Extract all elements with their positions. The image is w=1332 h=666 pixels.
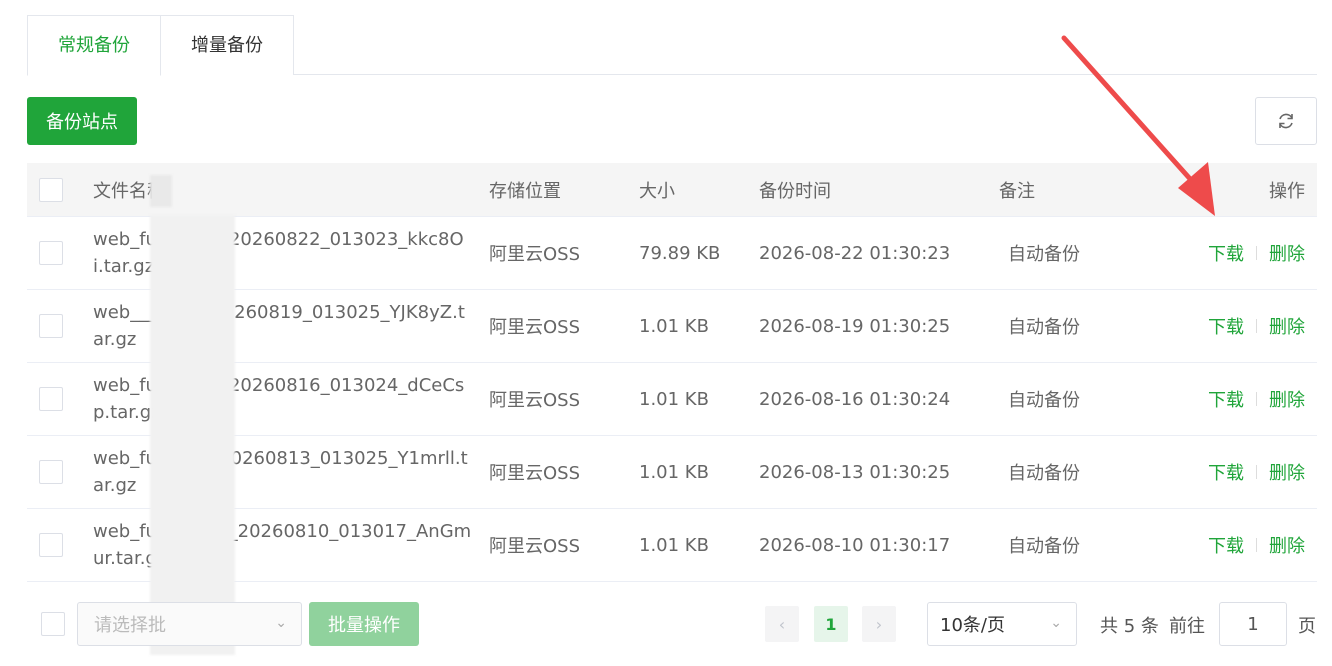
total-count: 共 5 条 bbox=[1100, 616, 1159, 637]
download-link[interactable]: 下载 bbox=[1208, 386, 1244, 412]
table-footer: 请选择批 ⌄ 批量操作 ‹ 1 › 10条/页 ⌄ 共 5 条 前往 页 bbox=[27, 600, 1317, 648]
storage-location: 阿里云OSS bbox=[489, 244, 581, 265]
divider bbox=[1256, 319, 1257, 333]
refresh-button[interactable] bbox=[1255, 97, 1317, 145]
page-size-select[interactable]: 10条/页 ⌄ bbox=[927, 602, 1077, 646]
batch-select-placeholder: 请选择批 bbox=[94, 615, 166, 636]
delete-link[interactable]: 删除 bbox=[1269, 240, 1305, 266]
row-checkbox[interactable] bbox=[39, 460, 63, 484]
divider bbox=[1256, 538, 1257, 552]
backup-time: 2026-08-22 01:30:23 bbox=[759, 242, 951, 264]
row-checkbox[interactable] bbox=[39, 533, 63, 557]
batch-action-select[interactable]: 请选择批 ⌄ bbox=[77, 602, 302, 646]
goto-label: 前往 bbox=[1169, 616, 1205, 637]
delete-link[interactable]: 删除 bbox=[1269, 386, 1305, 412]
divider bbox=[1256, 392, 1257, 406]
file-size: 1.01 KB bbox=[639, 315, 709, 337]
storage-location: 阿里云OSS bbox=[489, 536, 581, 557]
page-number-button[interactable]: 1 bbox=[814, 606, 848, 642]
delete-link[interactable]: 删除 bbox=[1269, 459, 1305, 485]
next-page-button[interactable]: › bbox=[862, 606, 896, 642]
download-link[interactable]: 下载 bbox=[1208, 532, 1244, 558]
goto-page-input[interactable] bbox=[1219, 602, 1287, 646]
backup-time: 2026-08-19 01:30:25 bbox=[759, 315, 951, 337]
refresh-icon bbox=[1279, 113, 1293, 129]
header-ops: 操作 bbox=[1269, 180, 1305, 202]
file-size: 1.01 KB bbox=[639, 534, 709, 556]
backup-note: 自动备份 bbox=[1008, 317, 1080, 338]
tab-regular-backup[interactable]: 常规备份 bbox=[27, 15, 161, 76]
batch-operation-button[interactable]: 批量操作 bbox=[309, 602, 419, 646]
page-size-value: 10条/页 bbox=[940, 615, 1005, 636]
file-size: 79.89 KB bbox=[639, 242, 721, 264]
delete-link[interactable]: 删除 bbox=[1269, 313, 1305, 339]
page-unit-label: 页 bbox=[1298, 616, 1316, 637]
chevron-down-icon: ⌄ bbox=[275, 615, 287, 631]
storage-location: 阿里云OSS bbox=[489, 390, 581, 411]
select-all-checkbox[interactable] bbox=[39, 177, 63, 202]
backup-site-button[interactable]: 备份站点 bbox=[27, 97, 137, 145]
header-location: 存储位置 bbox=[489, 180, 561, 202]
backup-time: 2026-08-13 01:30:25 bbox=[759, 461, 951, 483]
footer-select-all-checkbox[interactable] bbox=[41, 612, 65, 636]
divider bbox=[1256, 465, 1257, 479]
file-size: 1.01 KB bbox=[639, 388, 709, 410]
download-link[interactable]: 下载 bbox=[1208, 459, 1244, 485]
storage-location: 阿里云OSS bbox=[489, 463, 581, 484]
backup-note: 自动备份 bbox=[1008, 463, 1080, 484]
header-note: 备注 bbox=[999, 180, 1035, 202]
file-size: 1.01 KB bbox=[639, 461, 709, 483]
header-size: 大小 bbox=[639, 180, 675, 202]
prev-page-button[interactable]: ‹ bbox=[765, 606, 799, 642]
backup-time: 2026-08-16 01:30:24 bbox=[759, 388, 951, 410]
storage-location: 阿里云OSS bbox=[489, 317, 581, 338]
download-link[interactable]: 下载 bbox=[1208, 313, 1244, 339]
backup-note: 自动备份 bbox=[1008, 390, 1080, 411]
tab-incremental-backup[interactable]: 增量备份 bbox=[160, 15, 294, 75]
privacy-mask bbox=[150, 215, 235, 655]
chevron-right-icon: › bbox=[875, 614, 883, 634]
header-time: 备份时间 bbox=[759, 180, 831, 202]
delete-link[interactable]: 删除 bbox=[1269, 532, 1305, 558]
chevron-down-icon: ⌄ bbox=[1050, 615, 1062, 631]
backup-time: 2026-08-10 01:30:17 bbox=[759, 534, 951, 556]
divider bbox=[1256, 246, 1257, 260]
annotation-arrow bbox=[1061, 35, 1215, 216]
download-link[interactable]: 下载 bbox=[1208, 240, 1244, 266]
chevron-left-icon: ‹ bbox=[778, 614, 786, 634]
backup-note: 自动备份 bbox=[1008, 536, 1080, 557]
privacy-mask bbox=[150, 175, 172, 207]
row-checkbox[interactable] bbox=[39, 314, 63, 338]
row-checkbox[interactable] bbox=[39, 387, 63, 411]
row-checkbox[interactable] bbox=[39, 241, 63, 265]
